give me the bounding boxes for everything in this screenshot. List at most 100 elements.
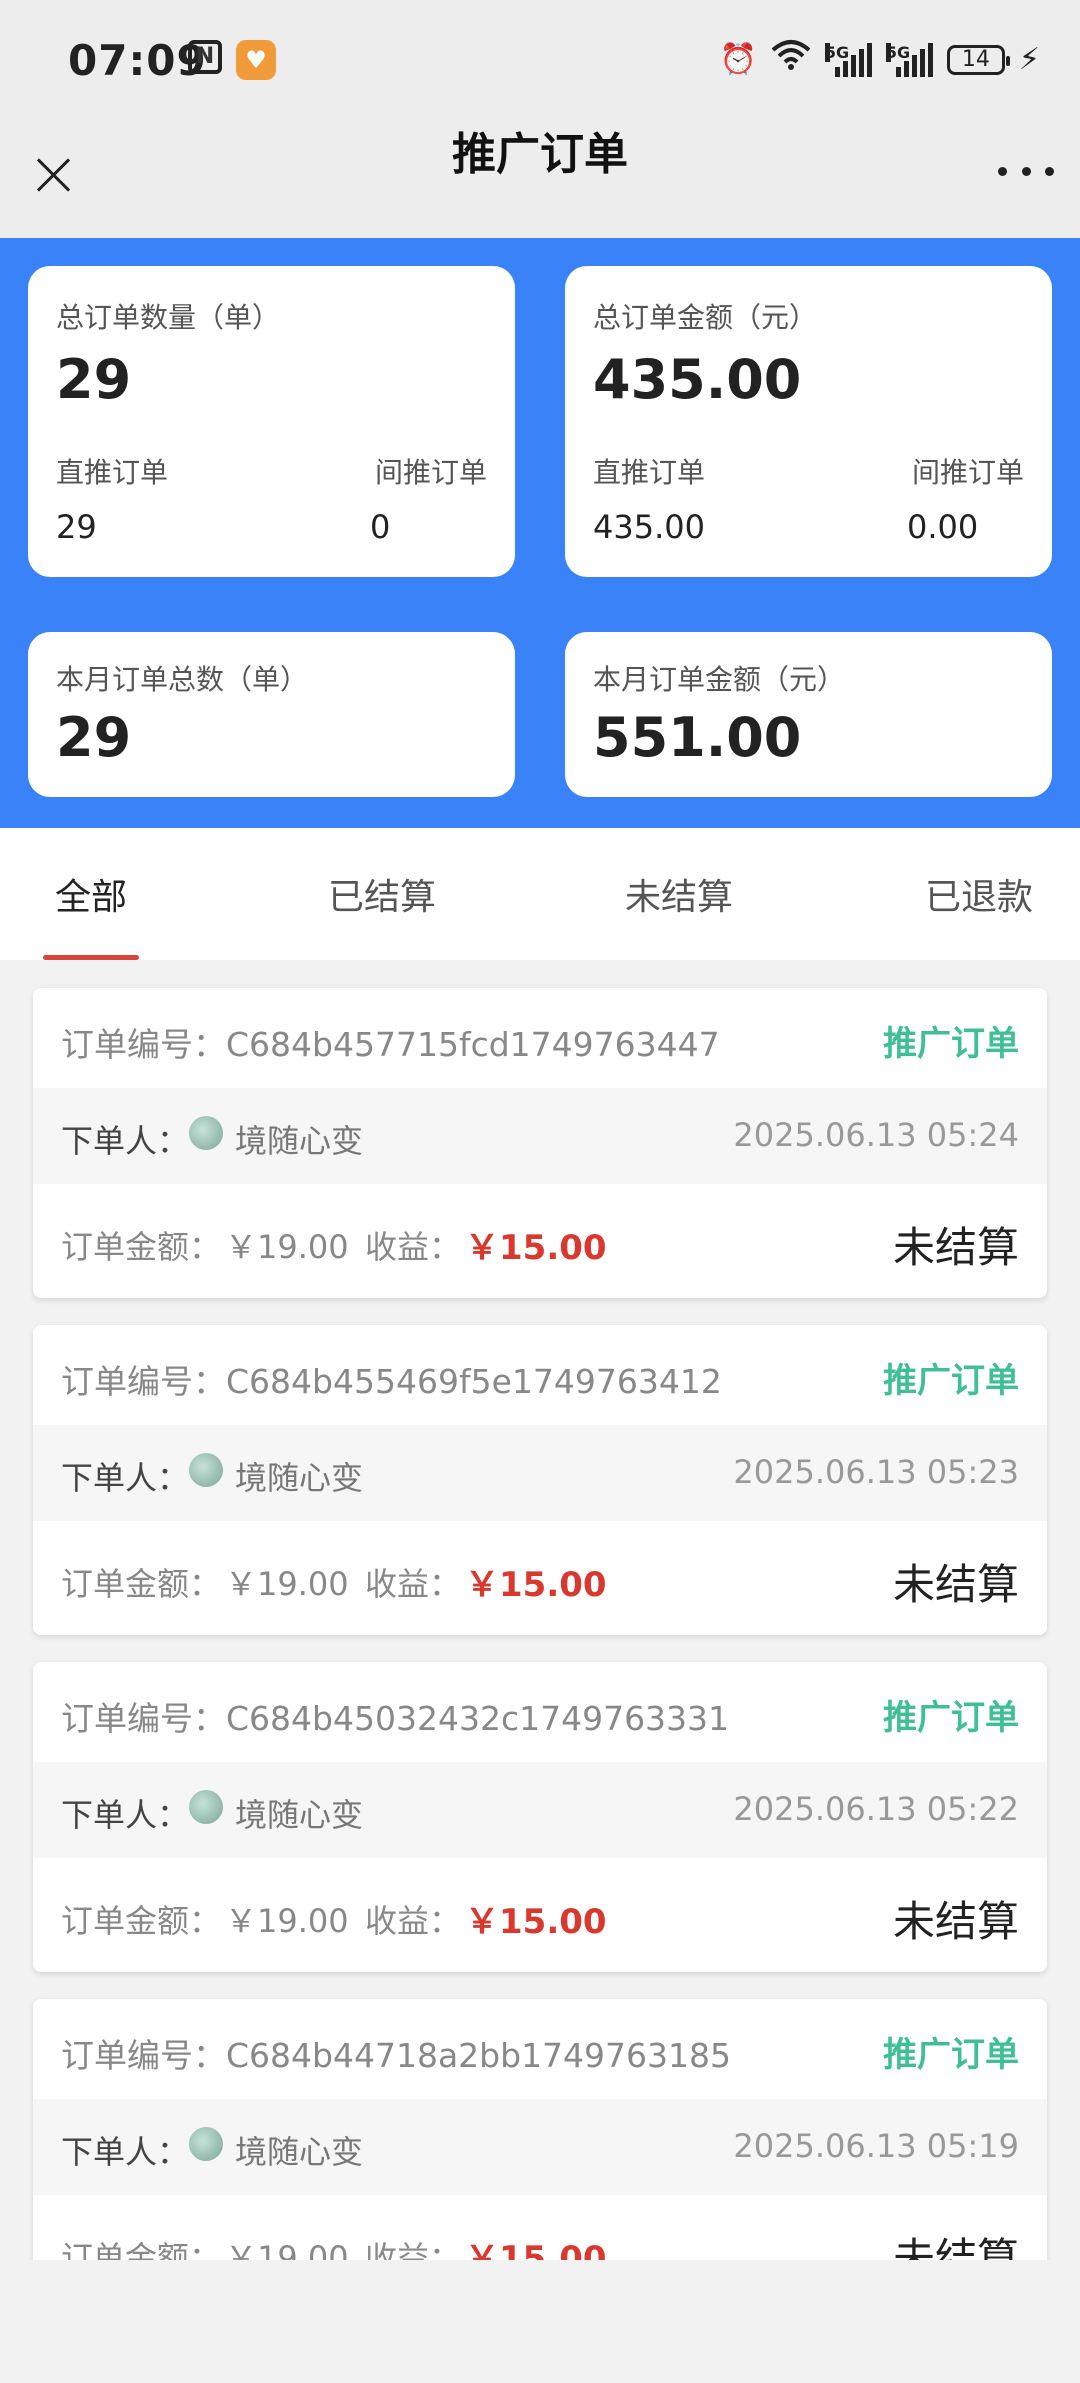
indirect-label: 间推订单 [911, 456, 1024, 489]
indirect-value: 0.00 [907, 508, 979, 546]
signal-label: 5G [824, 43, 850, 62]
buyer-name: 境随心变 [235, 1122, 364, 1160]
order-amount: ￥19.00 [225, 1228, 349, 1266]
card-value: 29 [56, 348, 132, 411]
amount-label: 订单金额： [61, 1228, 222, 1266]
tab-refunded[interactable]: 已退款 [925, 868, 1033, 920]
order-amount-row: 订单金额： ￥19.00 收益： ￥15.00 未结算 [33, 1858, 1047, 1972]
total-count-card: 总订单数量（单） 29 直推订单 29 间推订单 0 [28, 266, 515, 577]
order-type: 推广订单 [883, 1024, 1019, 1064]
order-time: 2025.06.13 05:22 [733, 1790, 1019, 1828]
direct-value: 29 [56, 508, 97, 546]
order-card[interactable]: 订单编号：C684b45032432c1749763331 推广订单 下单人： … [33, 1662, 1047, 1972]
order-header: 订单编号：C684b44718a2bb1749763185 推广订单 [33, 1999, 1047, 2099]
order-header: 订单编号：C684b457715fcd1749763447 推广订单 [33, 988, 1047, 1088]
order-header: 订单编号：C684b455469f5e1749763412 推广订单 [33, 1325, 1047, 1425]
tab-unsettled[interactable]: 未结算 [625, 868, 733, 920]
amount-label: 订单金额： [61, 1565, 222, 1603]
status-badge: 未结算 [892, 1560, 1019, 1609]
app-notification-icon: ♥ [236, 40, 276, 80]
buyer-label: 下单人： [61, 1459, 190, 1497]
cellular-signal-icon: 5G [824, 43, 872, 77]
earn-label: 收益： [365, 1228, 462, 1266]
order-time: 2025.06.13 05:24 [733, 1116, 1019, 1154]
alarm-icon: ⏰ [719, 42, 757, 77]
buyer-name: 境随心变 [235, 2133, 364, 2171]
month-amount-card: 本月订单金额（元） 551.00 [565, 632, 1052, 797]
earn-amount: ￥15.00 [465, 2239, 607, 2260]
buyer-label: 下单人： [61, 1122, 190, 1160]
order-amount-row: 订单金额： ￥19.00 收益： ￥15.00 未结算 [33, 1521, 1047, 1635]
earn-label: 收益： [365, 2239, 462, 2260]
buyer-label: 下单人： [61, 2133, 190, 2171]
order-type: 推广订单 [883, 1361, 1019, 1401]
stats-panel: 总订单数量（单） 29 直推订单 29 间推订单 0 总订单金额（元） 435.… [0, 238, 1080, 828]
page-title: 推广订单 [452, 129, 628, 180]
order-type: 推广订单 [883, 2035, 1019, 2075]
earn-amount: ￥15.00 [465, 1228, 607, 1268]
indirect-value: 0 [370, 508, 391, 546]
order-amount: ￥19.00 [225, 1902, 349, 1940]
order-header: 订单编号：C684b45032432c1749763331 推广订单 [33, 1662, 1047, 1762]
order-card[interactable]: 订单编号：C684b457715fcd1749763447 推广订单 下单人： … [33, 988, 1047, 1298]
order-time: 2025.06.13 05:23 [733, 1453, 1019, 1491]
indirect-label: 间推订单 [374, 456, 487, 489]
order-card[interactable]: 订单编号：C684b455469f5e1749763412 推广订单 下单人： … [33, 1325, 1047, 1635]
order-amount-row: 订单金额： ￥19.00 收益： ￥15.00 未结算 [33, 2195, 1047, 2260]
avatar [189, 2127, 223, 2161]
direct-label: 直推订单 [56, 456, 169, 489]
avatar [189, 1790, 223, 1824]
tab-settled[interactable]: 已结算 [328, 868, 436, 920]
buyer-name: 境随心变 [235, 1459, 364, 1497]
avatar [189, 1453, 223, 1487]
card-value: 29 [56, 706, 132, 769]
status-time: 07:09 [68, 36, 207, 85]
order-card[interactable]: 订单编号：C684b44718a2bb1749763185 推广订单 下单人： … [33, 1999, 1047, 2260]
direct-label: 直推订单 [593, 456, 706, 489]
order-type: 推广订单 [883, 1698, 1019, 1738]
signal-label-2: 5G [885, 43, 911, 62]
card-label: 本月订单金额（元） [593, 663, 846, 696]
status-icons: ⏰ 5G 5G 14 ⚡ [720, 38, 1040, 82]
buyer-label: 下单人： [61, 1796, 190, 1834]
order-time: 2025.06.13 05:19 [733, 2127, 1019, 2165]
total-amount-card: 总订单金额（元） 435.00 直推订单 435.00 间推订单 0.00 [565, 266, 1052, 577]
month-count-card: 本月订单总数（单） 29 [28, 632, 515, 797]
charging-icon: ⚡ [1018, 42, 1040, 77]
order-amount-row: 订单金额： ￥19.00 收益： ￥15.00 未结算 [33, 1184, 1047, 1298]
tab-all[interactable]: 全部 [55, 868, 127, 920]
status-badge: 未结算 [892, 2234, 1019, 2260]
card-value: 435.00 [593, 348, 802, 411]
order-list[interactable]: 订单编号：C684b457715fcd1749763447 推广订单 下单人： … [0, 960, 1080, 2260]
order-amount: ￥19.00 [225, 2239, 349, 2260]
more-icon[interactable] [998, 161, 1054, 181]
battery-icon: 14 [946, 45, 1010, 75]
card-value: 551.00 [593, 706, 802, 769]
earn-amount: ￥15.00 [465, 1902, 607, 1942]
order-number: 订单编号：C684b455469f5e1749763412 [61, 1362, 722, 1401]
earn-amount: ￥15.00 [465, 1565, 607, 1605]
direct-value: 435.00 [593, 508, 705, 546]
earn-label: 收益： [365, 1902, 462, 1940]
card-label: 总订单金额（元） [593, 301, 818, 334]
order-buyer-row: 下单人： 境随心变 2025.06.13 05:22 [33, 1762, 1047, 1858]
buyer-name: 境随心变 [235, 1796, 364, 1834]
order-number: 订单编号：C684b45032432c1749763331 [61, 1699, 730, 1738]
order-number: 订单编号：C684b457715fcd1749763447 [61, 1025, 720, 1064]
card-label: 本月订单总数（单） [56, 663, 309, 696]
status-bar: 07:09 N ♥ ⏰ 5G 5G 14 ⚡ [0, 0, 1080, 125]
order-number: 订单编号：C684b44718a2bb1749763185 [61, 2036, 732, 2075]
earn-label: 收益： [365, 1565, 462, 1603]
amount-label: 订单金额： [61, 2239, 222, 2260]
avatar [189, 1116, 223, 1150]
order-amount: ￥19.00 [225, 1565, 349, 1603]
order-buyer-row: 下单人： 境随心变 2025.06.13 05:23 [33, 1425, 1047, 1521]
wifi-icon [771, 38, 811, 83]
status-badge: 未结算 [892, 1223, 1019, 1272]
card-label: 总订单数量（单） [56, 301, 281, 334]
status-badge: 未结算 [892, 1897, 1019, 1946]
order-buyer-row: 下单人： 境随心变 2025.06.13 05:24 [33, 1088, 1047, 1184]
filter-tabs: 全部 已结算 未结算 已退款 [0, 828, 1080, 960]
nfc-icon: N [188, 40, 222, 74]
nav-bar: 推广订单 [0, 125, 1080, 238]
